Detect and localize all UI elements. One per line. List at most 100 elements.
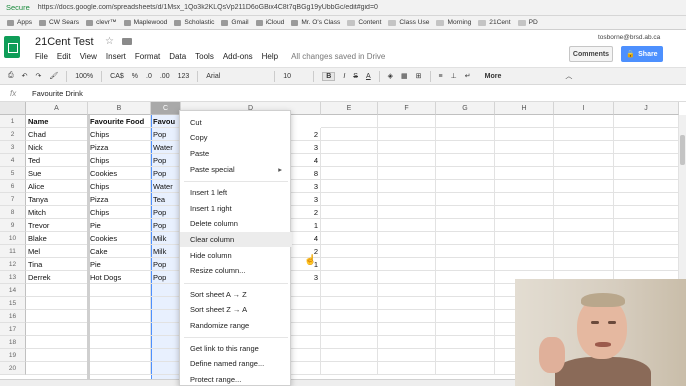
table-cell[interactable]: [554, 167, 614, 180]
table-cell[interactable]: Water: [151, 180, 181, 193]
table-cell[interactable]: Cookies: [88, 232, 151, 245]
table-cell[interactable]: [151, 310, 181, 323]
table-cell[interactable]: [378, 219, 436, 232]
table-cell[interactable]: [321, 115, 378, 128]
table-cell[interactable]: [378, 297, 436, 310]
table-cell[interactable]: [321, 180, 378, 193]
table-cell[interactable]: [436, 362, 495, 375]
document-title[interactable]: 21Cent Test: [35, 36, 94, 48]
bookmark-item[interactable]: Apps: [7, 19, 32, 26]
table-cell[interactable]: [378, 154, 436, 167]
table-cell[interactable]: Pop: [151, 219, 181, 232]
table-cell[interactable]: [554, 115, 614, 128]
table-cell[interactable]: Derrek: [26, 271, 88, 284]
table-cell[interactable]: Pop: [151, 206, 181, 219]
table-cell[interactable]: [321, 362, 378, 375]
table-cell[interactable]: [321, 219, 378, 232]
header-cell[interactable]: Favou: [151, 115, 181, 128]
table-cell[interactable]: [378, 128, 436, 141]
menu-item-clear-column[interactable]: Clear column: [180, 232, 292, 247]
table-cell[interactable]: Milk: [151, 232, 181, 245]
table-cell[interactable]: [88, 336, 151, 349]
table-cell[interactable]: [614, 141, 679, 154]
table-cell[interactable]: [321, 206, 378, 219]
bookmark-item[interactable]: Mr. O's Class: [291, 19, 340, 26]
table-cell[interactable]: [436, 180, 495, 193]
table-cell[interactable]: Pop: [151, 154, 181, 167]
bookmark-item[interactable]: Gmail: [221, 19, 249, 26]
table-cell[interactable]: [495, 128, 554, 141]
table-cell[interactable]: [378, 310, 436, 323]
column-header-a[interactable]: A: [26, 102, 88, 115]
table-cell[interactable]: Cake: [88, 245, 151, 258]
url-text[interactable]: https://docs.google.com/spreadsheets/d/1…: [38, 4, 508, 11]
table-cell[interactable]: [554, 193, 614, 206]
menu-view[interactable]: View: [80, 52, 97, 61]
bold-button[interactable]: B: [322, 71, 336, 81]
table-cell[interactable]: [321, 258, 378, 271]
bookmark-item[interactable]: PD: [517, 19, 538, 26]
menu-file[interactable]: File: [35, 52, 48, 61]
table-cell[interactable]: [26, 297, 88, 310]
table-cell[interactable]: [88, 297, 151, 310]
row-header[interactable]: 17: [0, 323, 26, 336]
bookmark-item[interactable]: 21Cent: [478, 19, 511, 26]
table-cell[interactable]: [614, 180, 679, 193]
bookmark-item[interactable]: Maplewood: [123, 19, 167, 26]
row-header[interactable]: 4: [0, 154, 26, 167]
table-cell[interactable]: [378, 115, 436, 128]
table-cell[interactable]: [321, 349, 378, 362]
menu-insert[interactable]: Insert: [106, 52, 126, 61]
row-header[interactable]: 9: [0, 219, 26, 232]
redo-icon[interactable]: ↷: [35, 72, 41, 80]
table-cell[interactable]: Ted: [26, 154, 88, 167]
table-cell[interactable]: [26, 362, 88, 375]
table-cell[interactable]: [378, 284, 436, 297]
column-header-g[interactable]: G: [436, 102, 495, 115]
collapse-chevron-icon[interactable]: ︿: [565, 71, 572, 81]
valign-icon[interactable]: ⊥: [451, 72, 457, 80]
table-cell[interactable]: Hot Dogs: [88, 271, 151, 284]
table-cell[interactable]: [436, 232, 495, 245]
table-cell[interactable]: [378, 362, 436, 375]
table-cell[interactable]: [151, 349, 181, 362]
table-cell[interactable]: [321, 167, 378, 180]
font-select[interactable]: Arial: [206, 73, 266, 80]
bookmark-item[interactable]: clevr™: [86, 19, 117, 26]
table-cell[interactable]: Tea: [151, 193, 181, 206]
table-cell[interactable]: [436, 219, 495, 232]
table-cell[interactable]: [88, 284, 151, 297]
table-cell[interactable]: [495, 245, 554, 258]
table-cell[interactable]: [614, 232, 679, 245]
fill-color-icon[interactable]: ◈: [388, 72, 393, 80]
table-cell[interactable]: [151, 323, 181, 336]
table-cell[interactable]: Pie: [88, 219, 151, 232]
more-button[interactable]: More: [485, 73, 502, 80]
more-formats-button[interactable]: 123: [178, 73, 190, 80]
row-header[interactable]: 6: [0, 180, 26, 193]
table-cell[interactable]: Pop: [151, 271, 181, 284]
table-cell[interactable]: [151, 336, 181, 349]
table-cell[interactable]: [26, 349, 88, 362]
table-cell[interactable]: [378, 141, 436, 154]
table-cell[interactable]: Chips: [88, 206, 151, 219]
table-cell[interactable]: [495, 219, 554, 232]
table-cell[interactable]: [614, 167, 679, 180]
column-header-h[interactable]: H: [495, 102, 554, 115]
table-cell[interactable]: [495, 141, 554, 154]
table-cell[interactable]: Trevor: [26, 219, 88, 232]
table-cell[interactable]: [614, 219, 679, 232]
table-cell[interactable]: [614, 258, 679, 271]
table-cell[interactable]: [88, 310, 151, 323]
table-cell[interactable]: [378, 245, 436, 258]
strikethrough-button[interactable]: S: [353, 73, 358, 80]
table-cell[interactable]: [321, 284, 378, 297]
folder-icon[interactable]: [122, 38, 132, 45]
row-header[interactable]: 15: [0, 297, 26, 310]
table-cell[interactable]: [26, 336, 88, 349]
table-cell[interactable]: [436, 154, 495, 167]
table-cell[interactable]: [495, 206, 554, 219]
table-cell[interactable]: [151, 284, 181, 297]
table-cell[interactable]: Chips: [88, 154, 151, 167]
table-cell[interactable]: Pop: [151, 258, 181, 271]
